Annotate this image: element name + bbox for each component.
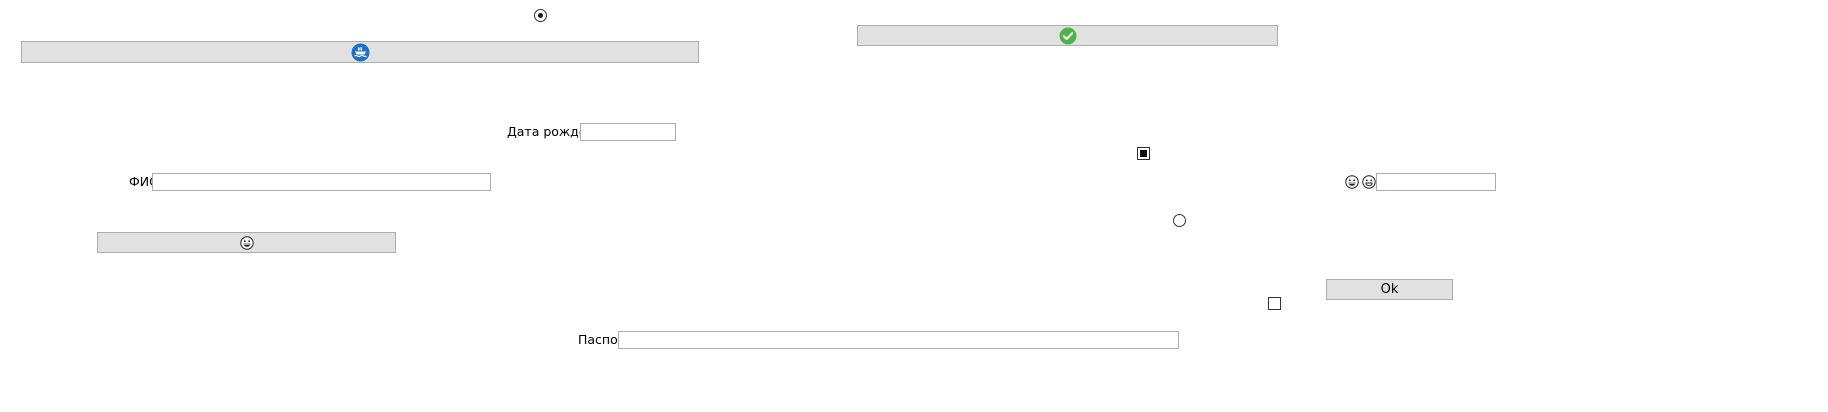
grinning-face-icon — [1345, 175, 1359, 189]
checkbox-checked[interactable] — [1137, 147, 1150, 160]
emoji-field[interactable] — [1376, 173, 1496, 191]
ok-button-label: Ok — [1380, 282, 1399, 297]
emoji-button[interactable] — [97, 232, 396, 253]
radio-button-top[interactable] — [534, 9, 547, 22]
checkbox-unchecked[interactable] — [1268, 297, 1281, 310]
checkmark-icon — [1059, 27, 1077, 45]
ok-button[interactable]: Ok — [1326, 279, 1453, 300]
passport-field[interactable] — [618, 331, 1179, 349]
radio-selected-dot — [538, 13, 543, 18]
grinning-face-icon — [239, 235, 254, 250]
smiling-face-icon — [1362, 175, 1376, 189]
checkbox-checked-mark — [1140, 150, 1147, 157]
ship-icon — [351, 43, 370, 62]
fio-field[interactable] — [152, 173, 491, 191]
confirm-button[interactable] — [857, 25, 1278, 46]
birth-date-field[interactable] — [580, 123, 676, 141]
radio-button-right[interactable] — [1173, 214, 1186, 227]
ship-button[interactable] — [21, 41, 699, 63]
